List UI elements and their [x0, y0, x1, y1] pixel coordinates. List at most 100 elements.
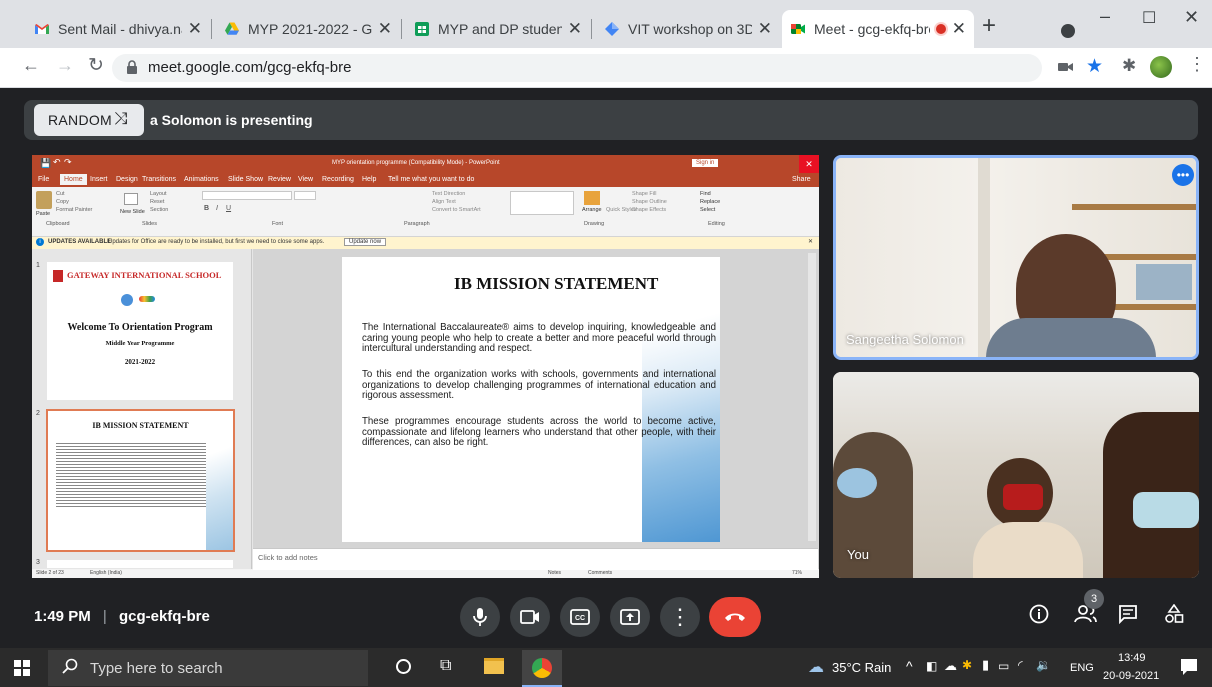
- ppt-undo-icon[interactable]: ↶: [53, 157, 61, 168]
- bookmark-star-icon[interactable]: ★: [1086, 55, 1103, 78]
- font-size-select[interactable]: [294, 191, 316, 200]
- back-icon[interactable]: ←: [22, 55, 40, 76]
- ppt-menu-file[interactable]: File: [38, 176, 49, 183]
- shapes-gallery[interactable]: [510, 191, 574, 215]
- copy-label[interactable]: Copy: [56, 199, 69, 205]
- ppt-tell-me[interactable]: Tell me what you want to do: [388, 176, 474, 183]
- paste-icon[interactable]: [36, 191, 52, 209]
- minimize-icon[interactable]: –: [1100, 6, 1110, 27]
- close-icon[interactable]: ✕: [568, 19, 582, 39]
- leave-call-button[interactable]: [709, 597, 761, 637]
- clock-time[interactable]: 13:49: [1118, 652, 1146, 664]
- chat-button[interactable]: [1118, 604, 1138, 629]
- convert-smartart-label[interactable]: Convert to SmartArt: [432, 207, 481, 213]
- taskbar-search-box[interactable]: Type here to search: [48, 650, 368, 686]
- maximize-icon[interactable]: ☐: [1142, 8, 1156, 28]
- cut-label[interactable]: Cut: [56, 191, 65, 197]
- tab-google-sheets[interactable]: MYP and DP student Info ✕: [406, 10, 590, 48]
- participant-tile-sangeetha[interactable]: ••• Sangeetha Solomon: [833, 155, 1199, 360]
- format-painter-label[interactable]: Format Painter: [56, 207, 92, 213]
- window-close-icon[interactable]: ✕: [1184, 7, 1199, 28]
- shape-fill-label[interactable]: Shape Fill: [632, 191, 656, 197]
- chrome-taskbar-item[interactable]: [522, 650, 562, 687]
- underline-icon[interactable]: U: [226, 205, 231, 212]
- ppt-redo-icon[interactable]: ↷: [64, 157, 72, 168]
- current-slide[interactable]: IB MISSION STATEMENT The International B…: [342, 257, 720, 542]
- battery-icon[interactable]: ▭: [998, 659, 1009, 673]
- tray-app-icon[interactable]: ✱: [962, 658, 972, 672]
- onedrive-icon[interactable]: ☁: [944, 658, 957, 674]
- italic-icon[interactable]: I: [216, 205, 218, 212]
- forward-icon[interactable]: →: [56, 55, 74, 76]
- meeting-details-button[interactable]: [1029, 604, 1049, 629]
- volume-icon[interactable]: 🔉: [1036, 658, 1051, 672]
- new-slide-label[interactable]: New Slide: [120, 209, 145, 215]
- arrange-label[interactable]: Arrange: [582, 207, 602, 213]
- slide-thumbnail-3[interactable]: [47, 560, 233, 568]
- task-view-icon[interactable]: ⧉: [440, 657, 451, 675]
- new-tab-icon[interactable]: +: [982, 14, 996, 38]
- section-label[interactable]: Section: [150, 207, 168, 213]
- wifi-icon[interactable]: ◜: [1018, 658, 1023, 672]
- camera-button[interactable]: [510, 597, 550, 637]
- captions-button[interactable]: CC: [560, 597, 600, 637]
- camera-indicator-icon[interactable]: [1058, 60, 1074, 79]
- profile-avatar[interactable]: [1150, 56, 1172, 78]
- ppt-menu-recording[interactable]: Recording: [322, 176, 354, 183]
- extensions-icon[interactable]: ✱: [1122, 56, 1136, 76]
- align-text-label[interactable]: Align Text: [432, 199, 456, 205]
- ppt-close-icon[interactable]: ✕: [799, 155, 819, 173]
- font-name-select[interactable]: [202, 191, 292, 200]
- ppt-menu-home[interactable]: Home: [60, 174, 87, 185]
- clock-date[interactable]: 20-09-2021: [1103, 670, 1159, 682]
- tab-meet[interactable]: Meet - gcg-ekfq-bre ✕: [782, 10, 974, 48]
- ppt-menu-help[interactable]: Help: [362, 176, 376, 183]
- zoom-level[interactable]: 71%: [792, 570, 802, 576]
- present-button[interactable]: [610, 597, 650, 637]
- reload-icon[interactable]: ↻: [88, 54, 104, 77]
- activities-button[interactable]: [1164, 603, 1184, 629]
- file-explorer-icon[interactable]: [484, 658, 504, 674]
- slide-thumbnail-2[interactable]: IB MISSION STATEMENT: [46, 409, 235, 552]
- ppt-menu-design[interactable]: Design: [116, 176, 138, 183]
- close-icon[interactable]: ✕: [188, 19, 202, 39]
- more-options-button[interactable]: ⋮: [660, 597, 700, 637]
- ppt-menu-review[interactable]: Review: [268, 176, 291, 183]
- chrome-menu-icon[interactable]: ⋮: [1188, 54, 1206, 75]
- ppt-share[interactable]: Share: [792, 176, 811, 183]
- replace-label[interactable]: Replace: [700, 199, 720, 205]
- microphone-button[interactable]: [460, 597, 500, 637]
- input-language[interactable]: ENG: [1070, 662, 1094, 674]
- tab-search-icon[interactable]: [1061, 24, 1075, 38]
- comments-toggle[interactable]: Comments: [588, 570, 612, 576]
- bold-icon[interactable]: B: [204, 205, 209, 212]
- tab-google-drive[interactable]: MYP 2021-2022 - Google ✕: [216, 10, 400, 48]
- ppt-menu-transitions[interactable]: Transitions: [142, 176, 176, 183]
- layout-label[interactable]: Layout: [150, 191, 167, 197]
- notifications-icon[interactable]: [1180, 658, 1198, 681]
- weather-text[interactable]: 35°C Rain: [832, 660, 891, 675]
- ppt-save-icon[interactable]: 💾: [40, 158, 51, 169]
- find-label[interactable]: Find: [700, 191, 711, 197]
- ppt-menu-slideshow[interactable]: Slide Show: [228, 176, 263, 183]
- show-hidden-icons[interactable]: ^: [906, 658, 913, 674]
- new-slide-icon[interactable]: [124, 193, 138, 205]
- weather-icon[interactable]: ☁: [808, 657, 824, 677]
- usb-icon[interactable]: ▮: [982, 657, 989, 673]
- reset-label[interactable]: Reset: [150, 199, 164, 205]
- close-icon[interactable]: ✕: [378, 19, 392, 39]
- notes-pane[interactable]: Click to add notes: [253, 548, 818, 570]
- tray-app-icon[interactable]: ◧: [926, 659, 937, 673]
- close-icon[interactable]: ✕: [808, 238, 813, 245]
- arrange-icon[interactable]: [584, 191, 600, 205]
- tab-gmail[interactable]: Sent Mail - dhivya.nagesv ✕: [26, 10, 210, 48]
- cortana-icon[interactable]: [396, 659, 411, 674]
- windows-start-icon[interactable]: [14, 660, 30, 681]
- lock-icon[interactable]: [126, 60, 138, 80]
- shape-outline-label[interactable]: Shape Outline: [632, 199, 667, 205]
- close-icon[interactable]: ✕: [758, 19, 772, 39]
- text-direction-label[interactable]: Text Direction: [432, 191, 465, 197]
- select-label[interactable]: Select: [700, 207, 715, 213]
- slide-scrollbar[interactable]: [808, 253, 816, 541]
- shape-effects-label[interactable]: Shape Effects: [632, 207, 666, 213]
